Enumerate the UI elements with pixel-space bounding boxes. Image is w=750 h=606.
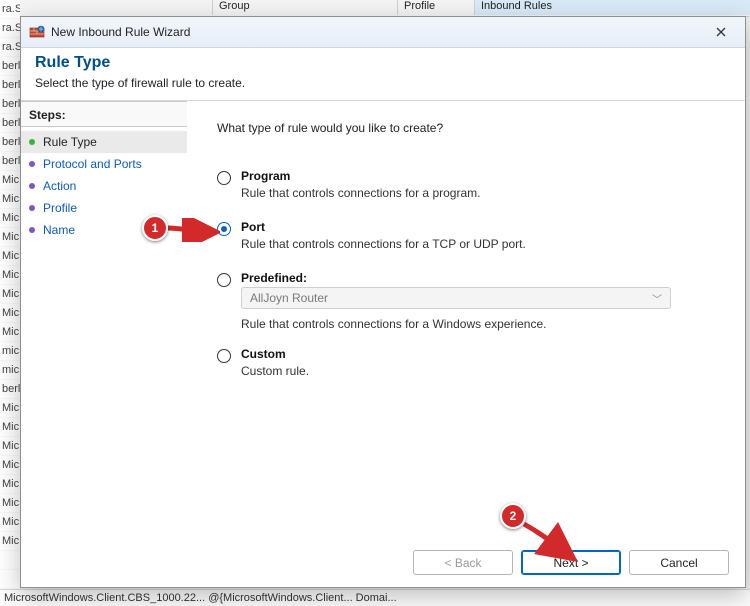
annotation-bubble-2: 2 <box>500 503 526 529</box>
step-protocol-and-ports[interactable]: Protocol and Ports <box>21 153 187 175</box>
predefined-select[interactable]: AllJoyn Router ﹀ <box>241 287 671 309</box>
step-action[interactable]: Action <box>21 175 187 197</box>
col-inbound-rules: Inbound Rules <box>475 0 750 15</box>
close-button[interactable] <box>703 21 739 43</box>
cancel-button[interactable]: Cancel <box>629 550 729 575</box>
radio-predefined[interactable] <box>217 273 231 287</box>
content-panel: What type of rule would you like to crea… <box>187 101 745 587</box>
step-bullet-icon <box>29 161 35 167</box>
step-bullet-icon <box>29 227 35 233</box>
bg-rule-list-fragment: ra.Sra.Sra.SberlberlberlberlberlberlMicM… <box>0 0 20 606</box>
wizard-dialog: New Inbound Rule Wizard Rule Type Select… <box>20 16 746 588</box>
step-label: Rule Type <box>43 135 97 149</box>
titlebar: New Inbound Rule Wizard <box>21 17 745 48</box>
step-bullet-icon <box>29 205 35 211</box>
step-label: Action <box>43 179 76 193</box>
annotation-bubble-1: 1 <box>142 215 168 241</box>
bg-status-text: MicrosoftWindows.Client.CBS_1000.22... @… <box>0 589 750 606</box>
step-bullet-icon <box>29 183 35 189</box>
option-port-desc: Rule that controls connections for a TCP… <box>241 237 725 251</box>
option-program-label: Program <box>241 169 725 183</box>
wizard-subtitle: Select the type of firewall rule to crea… <box>35 76 731 90</box>
step-rule-type[interactable]: Rule Type <box>21 131 187 153</box>
option-custom[interactable]: Custom Custom rule. <box>217 347 725 394</box>
option-predefined-label: Predefined: <box>241 271 725 285</box>
option-custom-label: Custom <box>241 347 725 361</box>
option-port[interactable]: Port Rule that controls connections for … <box>217 220 725 267</box>
option-predefined[interactable]: Predefined: AllJoyn Router ﹀ Rule that c… <box>217 271 725 347</box>
option-program[interactable]: Program Rule that controls connections f… <box>217 169 725 216</box>
step-bullet-icon <box>29 139 35 145</box>
wizard-header: Rule Type Select the type of firewall ru… <box>21 48 745 101</box>
back-button[interactable]: < Back <box>413 550 513 575</box>
option-program-desc: Rule that controls connections for a pro… <box>241 186 725 200</box>
option-port-label: Port <box>241 220 725 234</box>
option-predefined-desc: Rule that controls connections for a Win… <box>241 317 725 331</box>
col-group: Group <box>213 0 398 15</box>
radio-program[interactable] <box>217 171 231 185</box>
firewall-icon <box>29 24 45 40</box>
annotation-arrow-2 <box>520 520 580 564</box>
rule-type-options: Program Rule that controls connections f… <box>217 169 725 394</box>
radio-custom[interactable] <box>217 349 231 363</box>
col-profile: Profile <box>398 0 475 15</box>
rule-type-question: What type of rule would you like to crea… <box>217 121 725 135</box>
step-label: Protocol and Ports <box>43 157 142 171</box>
annotation-arrow-1 <box>164 218 220 242</box>
steps-header: Steps: <box>21 101 187 127</box>
step-label: Name <box>43 223 75 237</box>
bg-column-headers: Group Profile Inbound Rules <box>0 0 750 17</box>
wizard-heading: Rule Type <box>35 54 731 72</box>
step-profile[interactable]: Profile <box>21 197 187 219</box>
dialog-title: New Inbound Rule Wizard <box>51 25 703 39</box>
col-spacer <box>0 0 213 15</box>
predefined-selected-value: AllJoyn Router <box>250 291 328 305</box>
wizard-body: Steps: Rule Type Protocol and Ports Action… <box>21 101 745 587</box>
chevron-down-icon: ﹀ <box>652 291 662 306</box>
steps-panel: Steps: Rule Type Protocol and Ports Action… <box>21 101 187 587</box>
step-label: Profile <box>43 201 77 215</box>
option-custom-desc: Custom rule. <box>241 364 725 378</box>
